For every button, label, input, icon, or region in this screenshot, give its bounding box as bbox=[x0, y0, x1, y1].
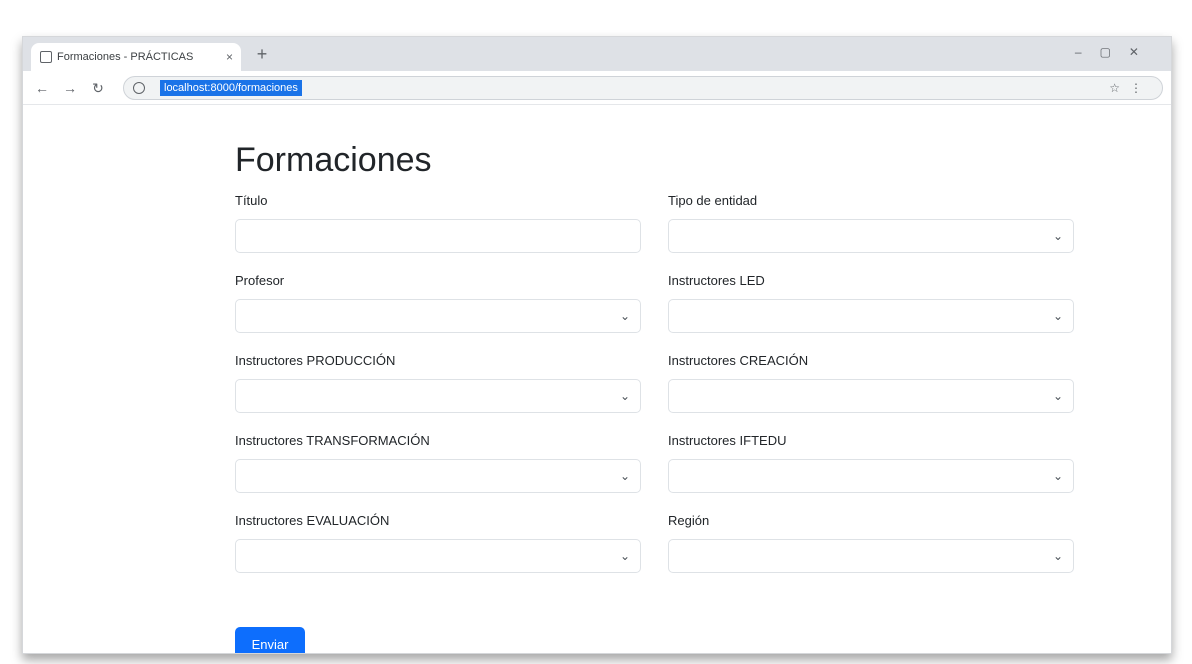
instructores-produccion-select[interactable]: ⌄ bbox=[235, 379, 641, 413]
field-label-instructores-evaluacion: Instructores EVALUACIÓN bbox=[235, 513, 390, 528]
field-label-instructores-led: Instructores LED bbox=[668, 273, 765, 288]
chevron-down-icon: ⌄ bbox=[619, 309, 630, 323]
browser-toolbar: ← → ↻ localhost:8000/formaciones ☆⋮ bbox=[23, 71, 1171, 105]
titulo-input[interactable] bbox=[235, 219, 641, 253]
field-label-instructores-transformacion: Instructores TRANSFORMACIÓN bbox=[235, 433, 430, 448]
window-controls[interactable]: –▢✕ bbox=[1075, 45, 1157, 59]
tab-strip: Formaciones - PRÁCTICAS × + –▢✕ bbox=[23, 37, 1171, 71]
field-label-instructores-iftedu: Instructores IFTEDU bbox=[668, 433, 787, 448]
instructores-evaluacion-select[interactable]: ⌄ bbox=[235, 539, 641, 573]
browser-window: Formaciones - PRÁCTICAS × + –▢✕ ← → ↻ lo… bbox=[22, 36, 1172, 654]
field-label-titulo: Título bbox=[235, 193, 268, 208]
chevron-down-icon: ⌄ bbox=[1052, 309, 1063, 323]
forward-arrow-icon[interactable]: → bbox=[61, 79, 79, 97]
close-tab-icon[interactable]: × bbox=[226, 43, 233, 71]
chevron-down-icon: ⌄ bbox=[1052, 229, 1063, 243]
instructores-led-select[interactable]: ⌄ bbox=[668, 299, 1074, 333]
field-label-region: Región bbox=[668, 513, 710, 528]
field-label-instructores-creacion: Instructores CREACIÓN bbox=[668, 353, 809, 368]
site-info-icon[interactable] bbox=[133, 82, 145, 94]
submit-button[interactable]: Enviar bbox=[235, 627, 305, 653]
chevron-down-icon: ⌄ bbox=[1052, 469, 1063, 483]
back-arrow-icon[interactable]: ← bbox=[33, 79, 51, 97]
field-label-instructores-produccion: Instructores PRODUCCIÓN bbox=[235, 353, 396, 368]
chevron-down-icon: ⌄ bbox=[619, 389, 630, 403]
chevron-down-icon: ⌄ bbox=[1052, 549, 1063, 563]
reload-icon[interactable]: ↻ bbox=[89, 79, 107, 97]
page-favicon-icon bbox=[40, 51, 52, 63]
region-select[interactable]: ⌄ bbox=[668, 539, 1074, 573]
profesor-select[interactable]: ⌄ bbox=[235, 299, 641, 333]
field-label-tipo-entidad: Tipo de entidad bbox=[668, 193, 758, 208]
chevron-down-icon: ⌄ bbox=[619, 469, 630, 483]
chevron-down-icon: ⌄ bbox=[1052, 389, 1063, 403]
browser-tab-title: Formaciones - PRÁCTICAS bbox=[57, 51, 194, 63]
chevron-down-icon: ⌄ bbox=[619, 549, 630, 563]
new-tab-button[interactable]: + bbox=[251, 44, 273, 66]
instructores-creacion-select[interactable]: ⌄ bbox=[668, 379, 1074, 413]
field-label-profesor: Profesor bbox=[235, 273, 285, 288]
tipo-entidad-select[interactable]: ⌄ bbox=[668, 219, 1074, 253]
url-text[interactable]: localhost:8000/formaciones bbox=[160, 80, 302, 96]
browser-tab[interactable]: Formaciones - PRÁCTICAS × bbox=[31, 43, 241, 71]
bookmark-star-icon[interactable]: ☆⋮ bbox=[1109, 81, 1152, 95]
instructores-iftedu-select[interactable]: ⌄ bbox=[668, 459, 1074, 493]
instructores-transformacion-select[interactable]: ⌄ bbox=[235, 459, 641, 493]
page-title: Formaciones bbox=[235, 141, 432, 179]
address-bar[interactable]: localhost:8000/formaciones ☆⋮ bbox=[123, 76, 1163, 100]
page-content: Formaciones Título Tipo de entidad ⌄ Pro… bbox=[23, 105, 1171, 653]
